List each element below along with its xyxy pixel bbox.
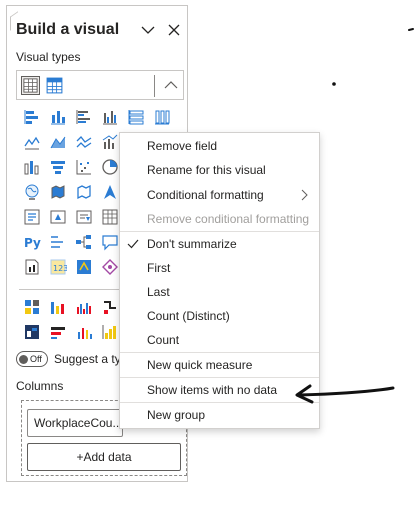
columns-label: Columns [16, 379, 64, 393]
field-pill-workplace[interactable]: WorkplaceCou... [27, 409, 123, 437]
toggle-state-text: Off [30, 354, 42, 364]
pane-header: Build a visual [16, 18, 182, 42]
100-percent-bar-chart-icon[interactable] [123, 104, 149, 129]
visual-types-label: Visual types [16, 50, 81, 64]
checkmark-icon [127, 239, 139, 249]
menu-item-count-distinct[interactable]: Count (Distinct) [120, 304, 319, 328]
menu-item-label: New quick measure [147, 358, 253, 372]
kpi-icon[interactable] [45, 204, 71, 229]
stacked-bar-chart-icon[interactable] [19, 104, 45, 129]
custom-visual-icon[interactable] [45, 319, 71, 344]
100-percent-column-chart-icon[interactable] [149, 104, 175, 129]
area-chart-icon[interactable] [45, 129, 71, 154]
menu-item-last[interactable]: Last [120, 280, 319, 304]
annotation-tick-mark [408, 28, 414, 31]
custom-visual-icon[interactable] [19, 294, 45, 319]
menu-item-dont-summarize[interactable]: Don't summarize [120, 232, 319, 256]
line-chart-icon[interactable] [19, 129, 45, 154]
chevron-up-icon[interactable] [162, 76, 180, 94]
menu-item-new-quick-measure[interactable]: New quick measure [120, 353, 319, 377]
matrix-visual-icon[interactable] [45, 76, 64, 95]
menu-item-remove-conditional-formatting: Remove conditional formatting [120, 207, 319, 231]
menu-item-label: Show items with no data [147, 383, 278, 397]
slicer-icon[interactable] [71, 204, 97, 229]
power-automate-icon[interactable] [71, 254, 97, 279]
stacked-area-chart-icon[interactable] [71, 129, 97, 154]
screen: Build a visual Visual types Py 123 Off S… [0, 0, 416, 505]
chevron-right-icon [301, 189, 308, 201]
svg-text:123: 123 [53, 264, 67, 273]
suggest-type-row: Off Suggest a type [16, 351, 134, 367]
menu-item-rename[interactable]: Rename for this visual [120, 158, 319, 182]
menu-item-label: Count [147, 333, 180, 347]
annotation-dot [332, 82, 336, 86]
custom-visual-icon[interactable] [71, 294, 97, 319]
toolbar-divider [154, 75, 155, 97]
stacked-column-chart-icon[interactable] [45, 104, 71, 129]
custom-visual-icon[interactable] [71, 319, 97, 344]
menu-item-remove-field[interactable]: Remove field [120, 134, 319, 158]
menu-item-label: New group [147, 408, 206, 422]
paginated-report-icon[interactable] [19, 254, 45, 279]
table-visual-icon[interactable] [21, 76, 40, 95]
menu-item-label: Rename for this visual [147, 163, 266, 177]
power-apps-icon[interactable]: 123 [45, 254, 71, 279]
menu-item-show-items-no-data[interactable]: Show items with no data [120, 378, 319, 402]
menu-item-count[interactable]: Count [120, 328, 319, 352]
menu-item-new-group[interactable]: New group [120, 403, 319, 427]
menu-item-label: Remove field [147, 139, 218, 153]
chevron-down-icon[interactable] [140, 22, 156, 38]
visual-gallery-toolbar [16, 70, 184, 100]
key-influencers-icon[interactable] [45, 229, 71, 254]
menu-item-label: Don't summarize [147, 237, 237, 251]
pane-actions [140, 22, 182, 38]
menu-item-label: Count (Distinct) [147, 309, 230, 323]
ribbon-chart-icon[interactable] [19, 154, 45, 179]
close-icon[interactable] [166, 22, 182, 38]
svg-text:Py: Py [24, 236, 41, 250]
shape-map-icon[interactable] [71, 179, 97, 204]
python-visual-icon[interactable]: Py [19, 229, 45, 254]
multi-row-card-icon[interactable] [19, 204, 45, 229]
add-data-button[interactable]: +Add data [27, 443, 181, 471]
decomposition-tree-icon[interactable] [71, 229, 97, 254]
menu-item-first[interactable]: First [120, 256, 319, 280]
custom-visual-icon[interactable] [19, 319, 45, 344]
toggle-knob [19, 354, 28, 364]
scatter-chart-icon[interactable] [71, 154, 97, 179]
menu-item-label: Remove conditional formatting [147, 212, 310, 226]
field-context-menu: Remove field Rename for this visual Cond… [119, 132, 320, 429]
menu-item-label: Conditional formatting [147, 188, 264, 202]
suggest-type-toggle[interactable]: Off [16, 351, 48, 367]
map-icon[interactable] [19, 179, 45, 204]
clustered-bar-chart-icon[interactable] [71, 104, 97, 129]
clustered-column-chart-icon[interactable] [97, 104, 123, 129]
filled-map-icon[interactable] [45, 179, 71, 204]
menu-item-conditional-formatting[interactable]: Conditional formatting [120, 183, 319, 207]
menu-item-label: First [147, 261, 171, 275]
menu-item-label: Last [147, 285, 170, 299]
funnel-chart-icon[interactable] [45, 154, 71, 179]
pane-title: Build a visual [16, 21, 120, 38]
custom-visual-icon[interactable] [45, 294, 71, 319]
